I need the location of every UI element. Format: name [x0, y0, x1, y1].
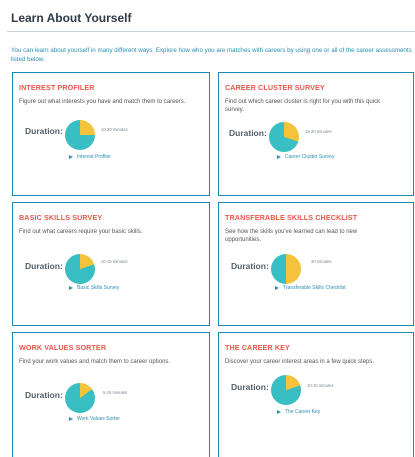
card-title: BASIC SKILLS SURVEY — [19, 213, 103, 222]
duration-label: Duration: — [25, 390, 63, 400]
duration-label: Duration: — [231, 382, 269, 392]
link-label: Transferable Skills Checklist — [283, 285, 346, 291]
start-basic-skills-survey-link[interactable]: Basic Skills Survey — [69, 285, 119, 291]
card-title: WORK VALUES SORTER — [19, 343, 107, 352]
link-label: Career Cluster Survey — [285, 154, 335, 160]
card-description: Find your work values and match them to … — [19, 359, 171, 365]
card-title: INTEREST PROFILER — [19, 83, 95, 92]
duration-value: 5-15 minutes — [103, 390, 128, 395]
duration-label: Duration: — [229, 128, 267, 138]
card-description: Find out what careers require your basic… — [19, 229, 143, 235]
assessment-card-career-cluster-survey: CAREER CLUSTER SURVEY Find out which car… — [218, 72, 414, 196]
link-label: Work Values Sorter — [77, 416, 120, 422]
arrow-right-icon — [277, 155, 281, 159]
duration-label: Duration: — [25, 261, 63, 271]
duration-value: 10-20 minutes — [101, 127, 128, 132]
arrow-right-icon — [69, 286, 73, 290]
start-work-values-sorter-link[interactable]: Work Values Sorter — [69, 416, 120, 422]
assessment-card-basic-skills-survey: BASIC SKILLS SURVEY Find out what career… — [12, 202, 210, 326]
assessment-card-the-career-key: THE CAREER KEY Discover your career inte… — [218, 332, 414, 457]
page-title: Learn About Yourself — [11, 11, 132, 25]
link-label: Interest Profiler — [77, 154, 111, 160]
card-title: TRANSFERABLE SKILLS CHECKLIST — [225, 213, 358, 222]
assessment-card-interest-profiler: INTEREST PROFILER Figure out what intere… — [12, 72, 210, 196]
start-transferable-skills-checklist-link[interactable]: Transferable Skills Checklist — [275, 285, 346, 291]
duration-pie-icon — [271, 375, 301, 405]
card-description: Figure out what interests you have and m… — [19, 99, 186, 105]
link-label: Basic Skills Survey — [77, 285, 120, 291]
card-title: CAREER CLUSTER SURVEY — [225, 83, 325, 92]
intro-text: You can learn about yourself in many dif… — [11, 47, 412, 63]
duration-value: 10-15 minutes — [101, 259, 128, 264]
start-interest-profiler-link[interactable]: Interest Profiler — [69, 154, 111, 160]
duration-pie-icon — [269, 122, 299, 152]
duration-value: 10-15 minutes — [307, 383, 334, 388]
card-title: THE CAREER KEY — [225, 343, 290, 352]
duration-value: 30 minutes — [311, 259, 332, 264]
card-description: Find out which career cluster is right f… — [225, 99, 381, 113]
duration-pie-icon — [65, 383, 95, 413]
duration-pie-icon — [271, 254, 301, 284]
duration-label: Duration: — [25, 126, 63, 136]
duration-value: 15-20 minutes — [305, 129, 332, 134]
card-description: Discover your career interest areas in a… — [225, 359, 375, 365]
start-the-career-key-link[interactable]: The Career Key — [277, 409, 320, 415]
arrow-right-icon — [275, 286, 279, 290]
start-career-cluster-survey-link[interactable]: Career Cluster Survey — [277, 154, 334, 160]
duration-pie-icon — [65, 120, 95, 150]
title-divider — [7, 31, 415, 32]
arrow-right-icon — [69, 155, 73, 159]
duration-label: Duration: — [231, 261, 269, 271]
link-label: The Career Key — [285, 409, 321, 415]
assessment-card-work-values-sorter: WORK VALUES SORTER Find your work values… — [12, 332, 210, 457]
assessment-card-transferable-skills-checklist: TRANSFERABLE SKILLS CHECKLIST See how th… — [218, 202, 414, 326]
arrow-right-icon — [277, 410, 281, 414]
duration-pie-icon — [65, 254, 95, 284]
arrow-right-icon — [69, 417, 73, 421]
card-description: See how the skills you've learned can le… — [225, 229, 358, 243]
